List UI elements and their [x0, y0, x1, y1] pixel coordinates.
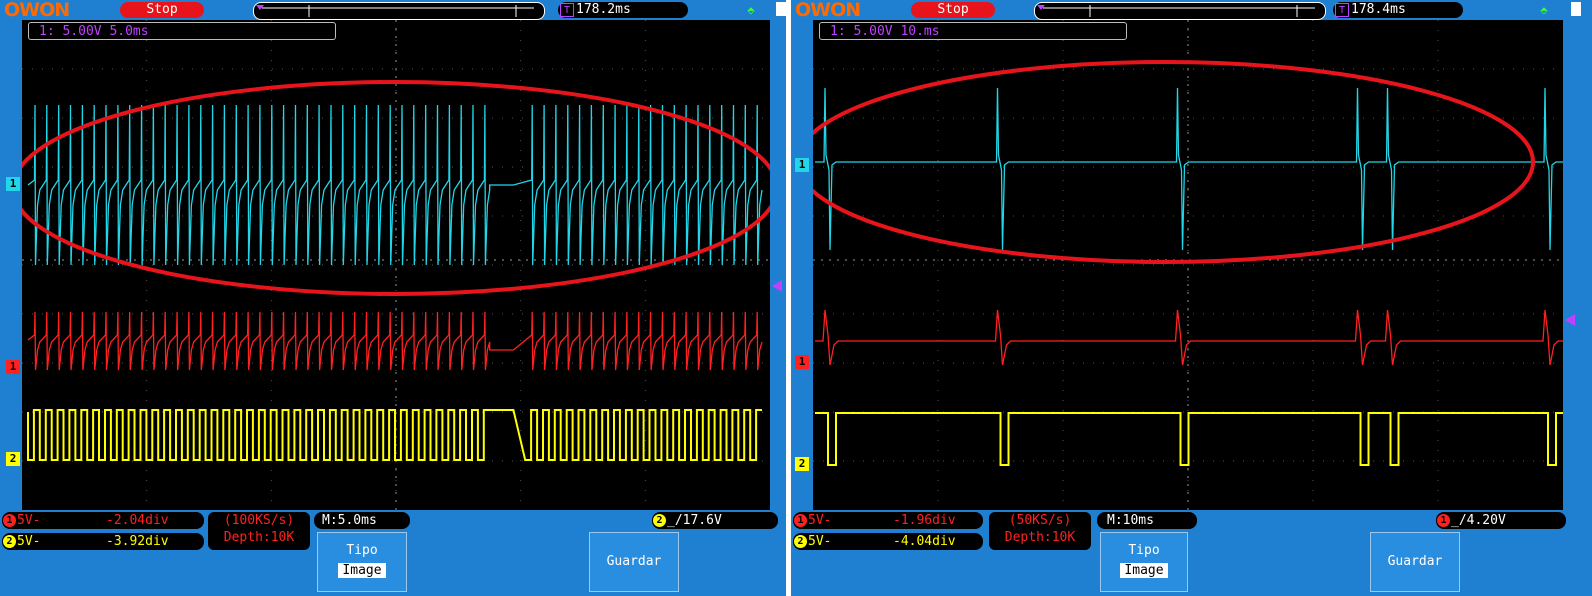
timebase[interactable]: M:5.0ms — [314, 512, 410, 529]
trigger-time: 178.2ms — [576, 2, 631, 17]
trigger-level: 4.20V — [1466, 513, 1506, 528]
trigger-level-marker[interactable] — [1565, 314, 1575, 326]
ch2-level-marker[interactable]: 1 — [795, 355, 809, 369]
run-stop-status[interactable]: Stop — [911, 2, 995, 18]
usb-icon: ⬘ — [1540, 3, 1548, 17]
save-button[interactable]: Guardar — [589, 532, 679, 592]
type-menu-value: Image — [1120, 563, 1168, 578]
waveform-display-left: 1: 5.00V 5.0ms — [22, 20, 770, 510]
ch2-scale-row: 2 5V- -4.04div — [793, 533, 983, 550]
trigger-time-box: T 178.2ms — [558, 2, 688, 18]
sample-rate: (50KS/s) — [1008, 513, 1072, 528]
channel-info: 1: 5.00V 10.ms — [819, 22, 1127, 40]
rising-edge-icon: _/ — [1451, 513, 1467, 528]
memory-depth: Depth:10K — [223, 530, 295, 545]
type-menu-value: Image — [338, 563, 386, 578]
type-menu-button[interactable]: Tipo Image — [317, 532, 407, 592]
ch2-position: -3.92div — [106, 534, 169, 549]
ch2-offset: 5V- — [17, 534, 41, 549]
ch2-scale-row: 2 5V- -3.92div — [2, 533, 204, 550]
sample-rate: (100KS/s) — [223, 513, 295, 528]
acquisition-info: (100KS/s) Depth:10K — [208, 512, 310, 550]
ch2-level-marker[interactable]: 1 — [6, 360, 20, 374]
ch1-offset: 5V- — [17, 513, 41, 528]
trigger-channel-icon: 2 — [653, 514, 666, 527]
corner-indicator — [1571, 2, 1581, 16]
waveform-grid — [813, 20, 1563, 510]
trigger-t-icon: T — [560, 3, 574, 17]
brand-logo: OWON — [4, 0, 70, 21]
ch2-waveform — [27, 311, 763, 371]
ch1-icon: 1 — [794, 514, 807, 527]
waveform-display-right: 1: 5.00V 10.ms — [813, 20, 1563, 510]
usb-icon: ⬘ — [747, 3, 755, 17]
ch1-position: -1.96div — [893, 513, 956, 528]
ch2-offset: 5V- — [808, 534, 832, 549]
timeline-icon — [256, 5, 534, 17]
trigger-time: 178.4ms — [1351, 2, 1406, 17]
ch2-icon: 2 — [3, 535, 16, 548]
ch3-level-marker[interactable]: 2 — [795, 457, 809, 471]
scope-right: OWON Stop T 178.4ms ⬘ 1: 5.00V 10.ms 1 1 … — [791, 0, 1592, 596]
ch1-scale-row: 1 5V- -2.04div — [2, 512, 204, 529]
ch3-waveform — [27, 409, 762, 461]
corner-indicator — [776, 2, 786, 16]
ch1-position: -2.04div — [106, 513, 169, 528]
trigger-info[interactable]: 2 _/17.6V — [652, 512, 778, 529]
top-bar: OWON Stop T 178.4ms ⬘ — [791, 0, 1592, 20]
waveform-grid — [22, 20, 770, 510]
ch2-position: -4.04div — [893, 534, 956, 549]
scope-left: OWON Stop T 178.2ms ⬘ 1: 5.00V 5.0ms 1 1 … — [0, 0, 786, 596]
trigger-t-icon: T — [1335, 3, 1349, 17]
timeline-icon — [1037, 5, 1315, 17]
type-menu-button[interactable]: Tipo Image — [1100, 532, 1188, 592]
top-bar: OWON Stop T 178.2ms ⬘ — [0, 0, 786, 20]
timebase[interactable]: M:10ms — [1097, 512, 1197, 529]
ch3-level-marker[interactable]: 2 — [6, 452, 20, 466]
ch1-level-marker[interactable]: 1 — [795, 158, 809, 172]
status-bar: 1 5V- -2.04div 2 5V- -3.92div (100KS/s) De… — [0, 510, 786, 596]
trigger-level: 17.6V — [682, 513, 722, 528]
save-button[interactable]: Guardar — [1370, 532, 1460, 592]
ch2-waveform — [815, 309, 1563, 366]
ch1-level-marker[interactable]: 1 — [6, 177, 20, 191]
trigger-info[interactable]: 1 _/4.20V — [1436, 512, 1566, 529]
ch1-scale-row: 1 5V- -1.96div — [793, 512, 983, 529]
type-menu-label: Tipo — [1128, 543, 1160, 558]
memory-timeline — [1034, 2, 1326, 20]
acquisition-info: (50KS/s) Depth:10K — [989, 512, 1091, 550]
channel-info: 1: 5.00V 5.0ms — [28, 22, 336, 40]
ch2-icon: 2 — [794, 535, 807, 548]
trigger-level-marker[interactable] — [772, 280, 782, 292]
trigger-channel-icon: 1 — [1437, 514, 1450, 527]
type-menu-label: Tipo — [346, 543, 378, 558]
run-stop-status[interactable]: Stop — [120, 2, 204, 18]
brand-logo: OWON — [795, 0, 861, 21]
memory-timeline — [253, 2, 545, 20]
ch3-waveform — [815, 412, 1563, 466]
ch1-offset: 5V- — [808, 513, 832, 528]
status-bar: 1 5V- -1.96div 2 5V- -4.04div (50KS/s) Dep… — [791, 510, 1592, 596]
trigger-time-box: T 178.4ms — [1333, 2, 1463, 18]
memory-depth: Depth:10K — [1004, 530, 1076, 545]
ch1-icon: 1 — [3, 514, 16, 527]
rising-edge-icon: _/ — [667, 513, 683, 528]
ch1-waveform — [27, 104, 763, 266]
